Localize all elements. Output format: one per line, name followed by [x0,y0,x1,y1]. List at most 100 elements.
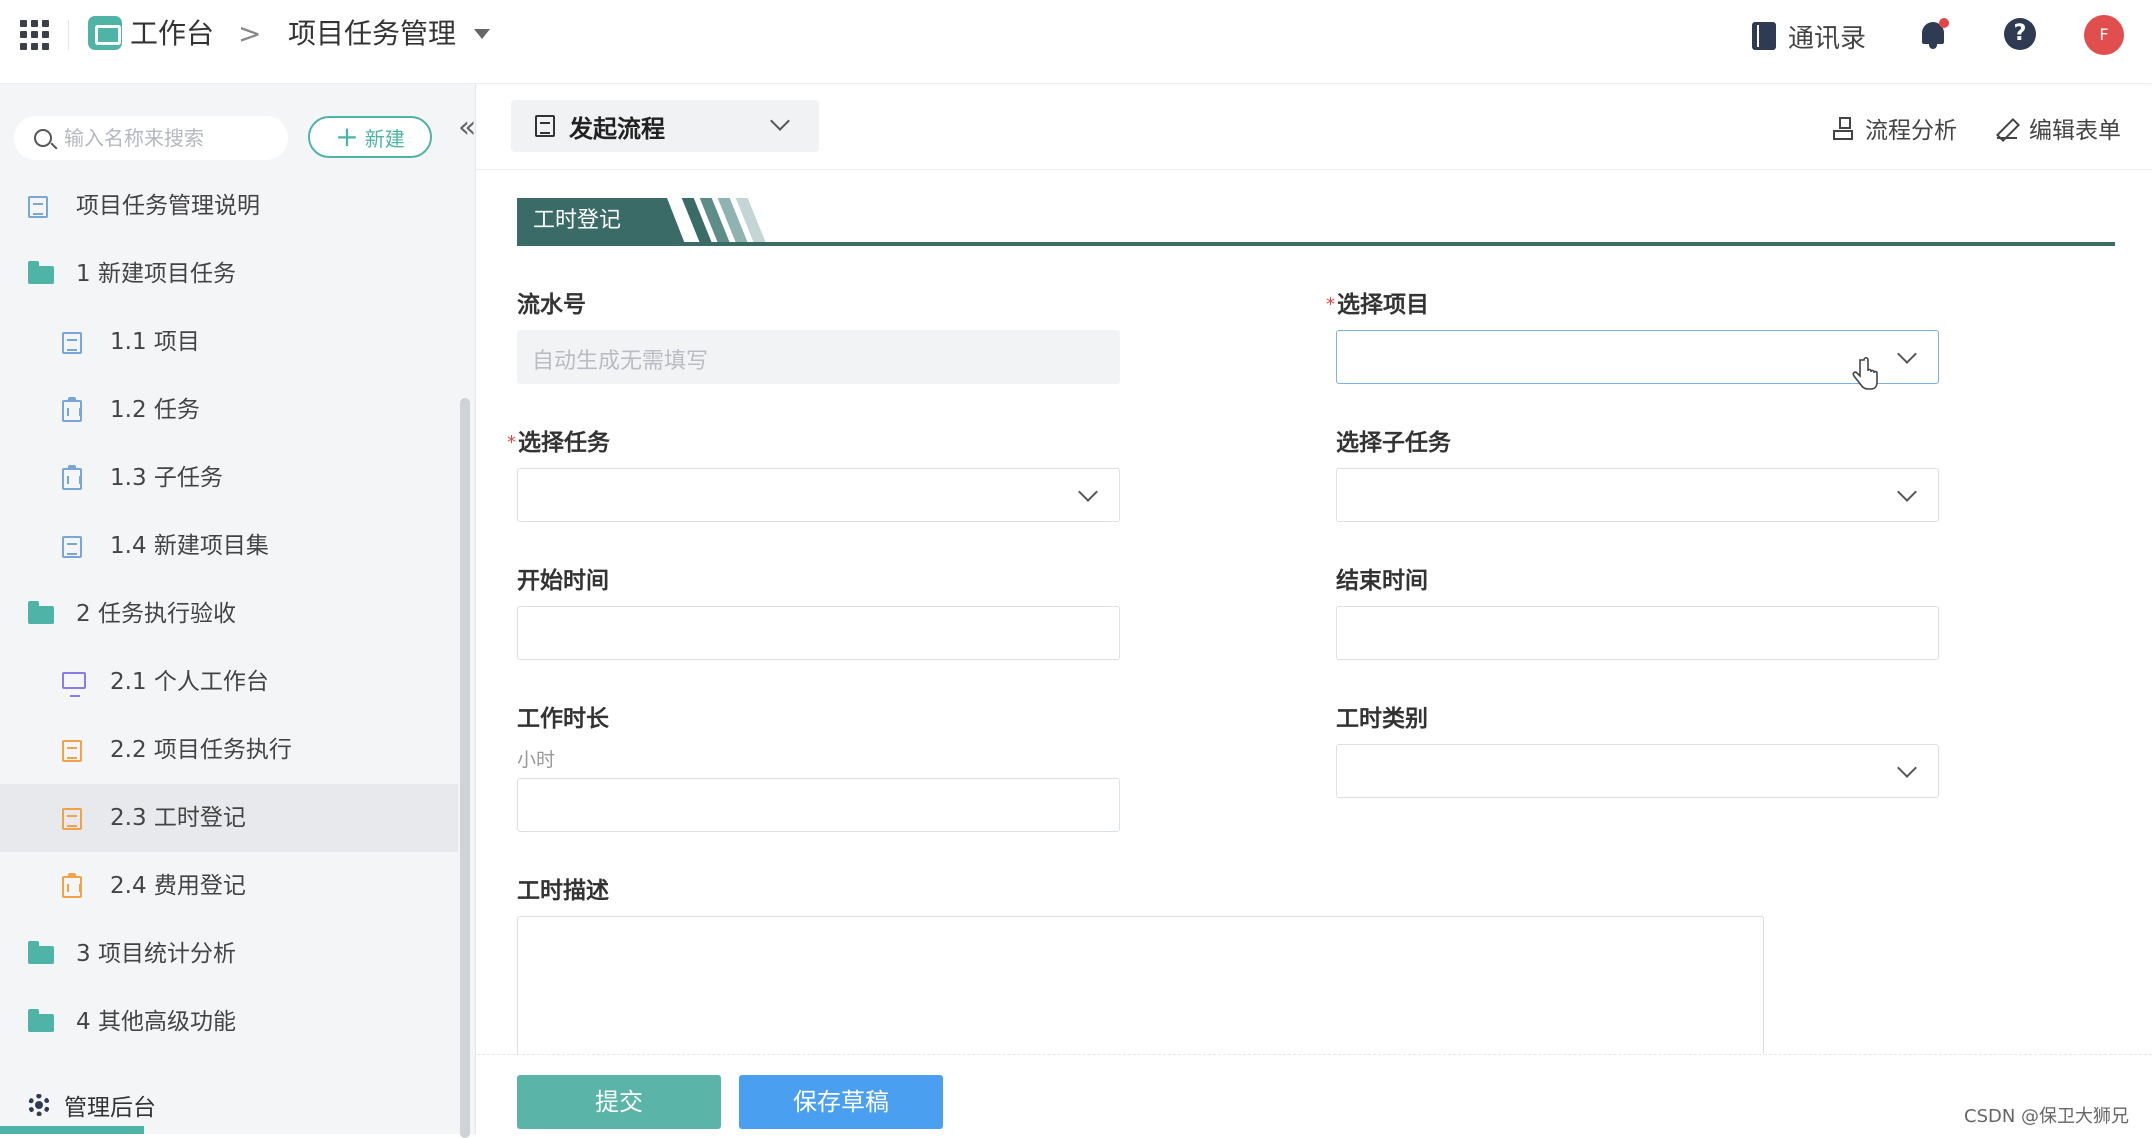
section-header: 工时登记 [517,198,2115,246]
project-select[interactable] [1336,330,1939,384]
workbench-logo-icon[interactable] [88,16,122,50]
folder-icon [28,941,54,964]
description-textarea[interactable] [517,916,1764,1054]
flow-analysis-button[interactable]: 流程分析 [1833,108,1957,148]
nav-folder-advanced[interactable]: 4 其他高级功能 [0,988,458,1056]
folder-icon [28,261,54,284]
description-label: 工时描述 [517,878,609,904]
address-book-icon [1752,22,1776,50]
chevron-down-icon [1897,344,1917,364]
document-icon [62,740,82,762]
duration-label: 工作时长 [517,706,609,732]
nav-item-intro[interactable]: 项目任务管理说明 [0,172,458,240]
hand-cursor-icon [1852,356,1878,390]
sidebar-search[interactable] [14,116,288,160]
nav-item-label: 4 其他高级功能 [76,1009,236,1035]
chevron-down-icon [1897,482,1917,502]
contacts-button[interactable]: 通讯录 [1752,16,1866,56]
notification-bell-icon[interactable] [1918,18,1949,50]
nav-item-task[interactable]: 1.2 任务 [0,376,458,444]
document-icon [62,536,82,558]
serial-label: 流水号 [517,292,586,318]
nav-item-subtask[interactable]: 1.3 子任务 [0,444,458,512]
chevron-down-icon [770,111,790,131]
launch-flow-dropdown[interactable]: 发起流程 [511,100,819,152]
nav-item-personal-workbench[interactable]: 2.1 个人工作台 [0,648,458,716]
end-time-label: 结束时间 [1336,568,1428,594]
nav-item-label: 1.1 项目 [110,329,200,355]
project-label: *选择项目 [1326,290,1429,320]
nav-item-label: 1 新建项目任务 [76,261,236,287]
sidebar: + 新建 « 项目任务管理说明 1 新建项目任务 1.1 项目 1.2 任务 1… [0,84,478,1138]
apps-grid-icon[interactable] [20,20,50,50]
nav-item-timesheet[interactable]: 2.3 工时登记 [0,784,458,852]
nav-item-label: 1.3 子任务 [110,465,223,491]
subtask-select[interactable] [1336,468,1939,522]
admin-console-link[interactable]: 管理后台 [28,1088,156,1122]
duration-field[interactable] [517,778,1120,832]
nav-item-label: 2 任务执行验收 [76,601,236,627]
start-time-field[interactable] [517,606,1120,660]
search-input[interactable] [64,122,274,154]
form-icon [535,115,555,137]
nav-item-label: 3 项目统计分析 [76,941,236,967]
task-label: *选择任务 [507,428,610,458]
folder-icon [28,601,54,624]
required-mark: * [1326,294,1335,315]
form-action-bar: 提交 保存草稿 [477,1054,2152,1134]
sidebar-scrollbar[interactable] [460,398,470,1138]
nav-folder-task-execution[interactable]: 2 任务执行验收 [0,580,458,648]
new-button-label: 新建 [364,126,405,151]
serial-field: 自动生成无需填写 [517,330,1120,384]
nav-folder-new-project-task[interactable]: 1 新建项目任务 [0,240,458,308]
gear-icon [28,1094,50,1116]
nav-item-label: 项目任务管理说明 [76,193,260,219]
section-title: 工时登记 [517,198,685,244]
watermark: CSDN @保卫大狮兄 [1964,1106,2130,1127]
chevron-down-icon [1897,758,1917,778]
nav-item-label: 2.4 费用登记 [110,873,246,899]
contacts-label: 通讯录 [1788,23,1867,54]
breadcrumb-current-page[interactable]: 项目任务管理 [288,14,456,54]
nav-item-label: 2.3 工时登记 [110,805,246,831]
document-icon [28,196,48,218]
user-avatar[interactable]: F [2084,15,2124,55]
unread-dot [1939,18,1949,28]
app-name-link[interactable]: 工作台 [130,14,214,54]
nav-item-label: 1.2 任务 [110,397,200,423]
save-draft-button[interactable]: 保存草稿 [739,1075,943,1129]
nav-item-new-project-set[interactable]: 1.4 新建项目集 [0,512,458,580]
nav-tree: 项目任务管理说明 1 新建项目任务 1.1 项目 1.2 任务 1.3 子任务 … [0,172,458,1056]
caret-down-icon[interactable] [474,29,490,39]
edit-form-button[interactable]: 编辑表单 [1997,108,2121,148]
serial-placeholder: 自动生成无需填写 [532,349,709,374]
search-icon [34,129,52,147]
chevron-down-icon [1078,482,1098,502]
task-label-text: 选择任务 [518,430,610,456]
flow-chart-icon [1833,117,1853,140]
monitor-chart-icon [62,672,86,697]
end-time-field[interactable] [1336,606,1939,660]
duration-unit-hint: 小时 [517,749,556,771]
help-icon[interactable]: ? [2004,18,2036,50]
project-label-text: 选择项目 [1337,292,1429,318]
document-icon [62,332,82,354]
clipboard-icon [62,465,82,490]
nav-folder-statistics[interactable]: 3 项目统计分析 [0,920,458,988]
collapse-sidebar-icon[interactable]: « [458,108,478,148]
edit-form-label: 编辑表单 [2029,118,2121,144]
submit-button[interactable]: 提交 [517,1075,721,1129]
nav-item-expense[interactable]: 2.4 费用登记 [0,852,458,920]
clipboard-icon [62,873,82,898]
nav-item-label: 2.2 项目任务执行 [110,737,292,763]
nav-item-project[interactable]: 1.1 项目 [0,308,458,376]
nav-item-task-execution[interactable]: 2.2 项目任务执行 [0,716,458,784]
document-icon [62,808,82,830]
nav-item-label: 2.1 个人工作台 [110,669,269,695]
launch-flow-label: 发起流程 [569,114,665,143]
sidebar-bottom-accent [0,1126,144,1134]
new-button[interactable]: + 新建 [308,116,432,158]
hour-type-select[interactable] [1336,744,1939,798]
plus-icon: + [335,120,359,153]
task-select[interactable] [517,468,1120,522]
